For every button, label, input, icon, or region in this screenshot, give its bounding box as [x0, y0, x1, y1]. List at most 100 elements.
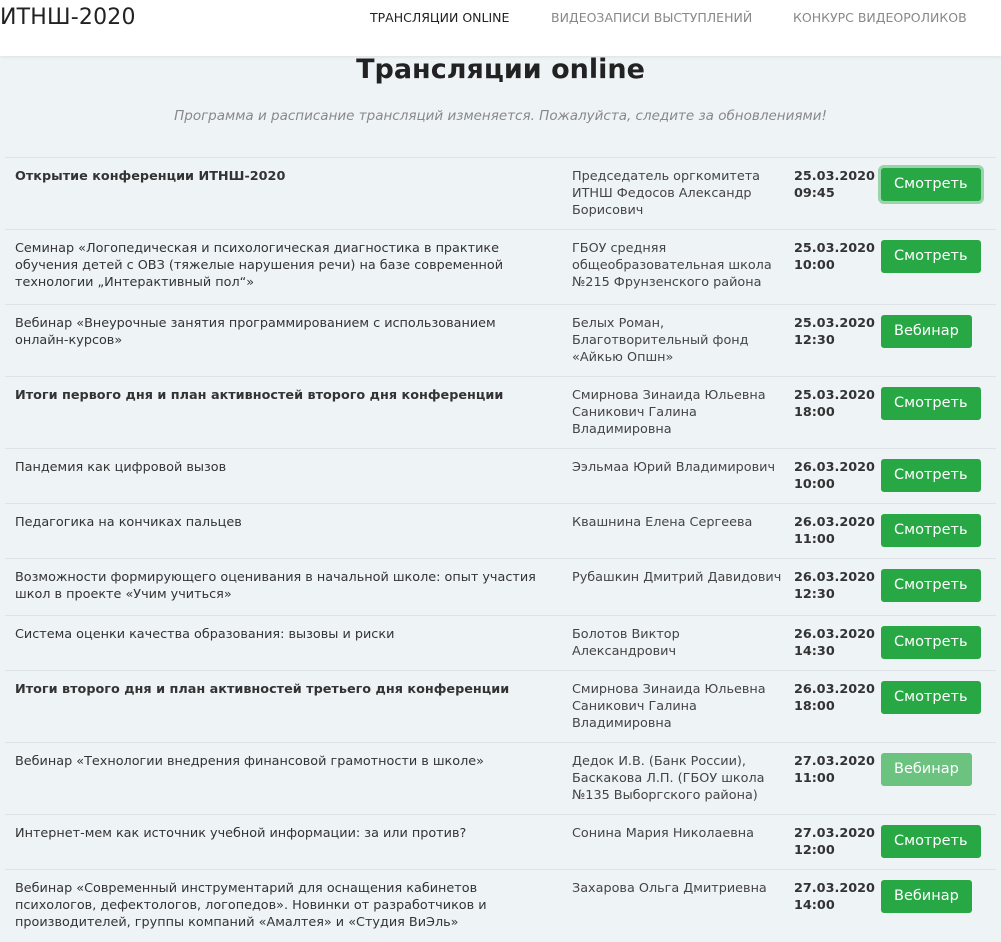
nav-link-contest[interactable]: КОНКУРС ВИДЕОРОЛИКОВ	[793, 10, 967, 25]
webinar-button[interactable]: Вебинар	[881, 315, 972, 348]
table-row: Вебинар «Технологии внедрения финансовой…	[5, 742, 996, 815]
session-date: 25.03.2020	[794, 241, 875, 256]
table-row: Педагогика на кончиках пальцев Квашнина …	[5, 503, 996, 559]
session-title: Итоги первого дня и план активностей вто…	[15, 388, 504, 403]
session-date: 26.03.2020	[794, 515, 875, 530]
session-title: Итоги второго дня и план активностей тре…	[15, 682, 510, 697]
session-datetime: 26.03.2020 12:30	[794, 559, 881, 616]
session-author: Квашнина Елена Сергеева	[572, 515, 753, 530]
session-author: Ээльмаа Юрий Владимирович	[572, 460, 776, 475]
session-time: 12:30	[794, 333, 835, 348]
session-time: 10:00	[794, 477, 835, 492]
watch-button[interactable]: Смотреть	[881, 387, 981, 420]
table-row: Семинар «Логопедическая и психологическа…	[5, 229, 996, 305]
session-date: 27.03.2020	[794, 826, 875, 841]
session-datetime: 26.03.2020 11:00	[794, 504, 881, 559]
session-author: Смирнова Зинаида Юльевна Саникович Галин…	[572, 682, 766, 731]
session-action: Смотреть	[881, 158, 996, 230]
watch-button[interactable]: Смотреть	[881, 459, 981, 492]
session-title: Возможности формирующего оценивания в на…	[15, 570, 536, 602]
session-title: Вебинар «Технологии внедрения финансовой…	[15, 754, 484, 769]
session-action: Смотреть	[881, 449, 996, 504]
session-action: Смотреть	[881, 671, 996, 743]
session-datetime: 27.03.2020 12:00	[794, 815, 881, 870]
session-action: Смотреть	[881, 616, 996, 671]
session-time: 18:00	[794, 405, 835, 420]
watch-button[interactable]: Смотреть	[881, 569, 981, 602]
session-author: Захарова Ольга Дмитриевна	[572, 881, 767, 896]
session-datetime: 26.03.2020 10:00	[794, 449, 881, 504]
watch-button[interactable]: Смотреть	[881, 514, 981, 547]
session-datetime: 26.03.2020 14:30	[794, 616, 881, 671]
session-action: Смотреть	[881, 377, 996, 449]
session-author: Белых Роман, Благотворительный фонд «Айк…	[572, 316, 749, 365]
session-date: 27.03.2020	[794, 754, 875, 769]
session-date: 25.03.2020	[794, 169, 875, 184]
watch-button[interactable]: Смотреть	[881, 626, 981, 659]
session-datetime: 25.03.2020 18:00	[794, 377, 881, 449]
session-title: Интернет-мем как источник учебной информ…	[15, 826, 467, 841]
top-navbar: ИТНШ-2020 ТРАНСЛЯЦИИ ONLINE ВИДЕОЗАПИСИ …	[0, 0, 1001, 56]
session-action: Смотреть	[881, 815, 996, 870]
watch-button[interactable]: Смотреть	[881, 240, 981, 273]
watch-button[interactable]: Смотреть	[881, 681, 981, 714]
watch-button[interactable]: Смотреть	[881, 168, 981, 201]
session-date: 26.03.2020	[794, 460, 875, 475]
session-date: 26.03.2020	[794, 627, 875, 642]
session-author: ГБОУ средняя общеобразовательная школа №…	[572, 241, 772, 290]
session-author: Болотов Виктор Александрович	[572, 627, 680, 659]
session-date: 26.03.2020	[794, 570, 875, 585]
table-row: Пандемия как цифровой вызов Ээльмаа Юрий…	[5, 448, 996, 504]
session-author: Рубашкин Дмитрий Давидович	[572, 570, 782, 585]
session-author: Председатель оргкомитета ИТНШ Федосов Ал…	[572, 169, 761, 218]
session-date: 25.03.2020	[794, 316, 875, 331]
session-title: Вебинар «Внеурочные занятия программиров…	[15, 316, 496, 348]
page-title: Трансляции online	[356, 54, 645, 85]
session-action: Вебинар	[881, 305, 996, 377]
webinar-button[interactable]: Вебинар	[881, 880, 972, 913]
table-row: Вебинар «Внеурочные занятия программиров…	[5, 304, 996, 377]
session-datetime: 27.03.2020 11:00	[794, 743, 881, 815]
session-datetime: 27.03.2020 14:00	[794, 870, 881, 942]
page-subtitle: Программа и расписание трансляций изменя…	[174, 108, 827, 124]
session-datetime: 26.03.2020 18:00	[794, 671, 881, 743]
table-row: Итоги второго дня и план активностей тре…	[5, 670, 996, 743]
nav-link-online[interactable]: ТРАНСЛЯЦИИ ONLINE	[370, 10, 509, 25]
session-author: Смирнова Зинаида Юльевна Саникович Галин…	[572, 388, 766, 437]
session-datetime: 25.03.2020 12:30	[794, 305, 881, 377]
table-row: Система оценки качества образования: выз…	[5, 615, 996, 671]
session-time: 14:30	[794, 644, 835, 659]
session-date: 25.03.2020	[794, 388, 875, 403]
session-datetime: 25.03.2020 09:45	[794, 158, 881, 230]
session-time: 09:45	[794, 186, 835, 201]
table-row: Интернет-мем как источник учебной информ…	[5, 814, 996, 870]
table-row: Возможности формирующего оценивания в на…	[5, 558, 996, 616]
session-action: Вебинар	[881, 743, 996, 815]
session-title: Вебинар «Современный инструментарий для …	[15, 881, 487, 930]
webinar-button[interactable]: Вебинар	[881, 753, 972, 786]
session-time: 11:00	[794, 532, 835, 547]
table-row: Итоги первого дня и план активностей вто…	[5, 376, 996, 449]
session-title: Педагогика на кончиках пальцев	[15, 515, 242, 530]
session-time: 14:00	[794, 898, 835, 913]
session-title: Открытие конференции ИТНШ-2020	[15, 169, 286, 184]
session-title: Пандемия как цифровой вызов	[15, 460, 227, 475]
nav-link-videos[interactable]: ВИДЕОЗАПИСИ ВЫСТУПЛЕНИЙ	[551, 10, 752, 25]
session-title: Семинар «Логопедическая и психологическа…	[15, 241, 504, 290]
session-time: 10:00	[794, 258, 835, 273]
session-action: Вебинар	[881, 870, 996, 942]
watch-button[interactable]: Смотреть	[881, 825, 981, 858]
session-time: 11:00	[794, 771, 835, 786]
session-time: 18:00	[794, 699, 835, 714]
schedule-table: Открытие конференции ИТНШ-2020 Председат…	[5, 157, 996, 942]
site-brand[interactable]: ИТНШ-2020	[0, 5, 136, 30]
table-row: Вебинар «Современный инструментарий для …	[5, 869, 996, 942]
session-action: Смотреть	[881, 559, 996, 616]
session-time: 12:00	[794, 843, 835, 858]
session-action: Смотреть	[881, 504, 996, 559]
session-date: 26.03.2020	[794, 682, 875, 697]
table-row: Открытие конференции ИТНШ-2020 Председат…	[5, 157, 996, 230]
session-time: 12:30	[794, 587, 835, 602]
session-datetime: 25.03.2020 10:00	[794, 230, 881, 305]
session-action: Смотреть	[881, 230, 996, 305]
